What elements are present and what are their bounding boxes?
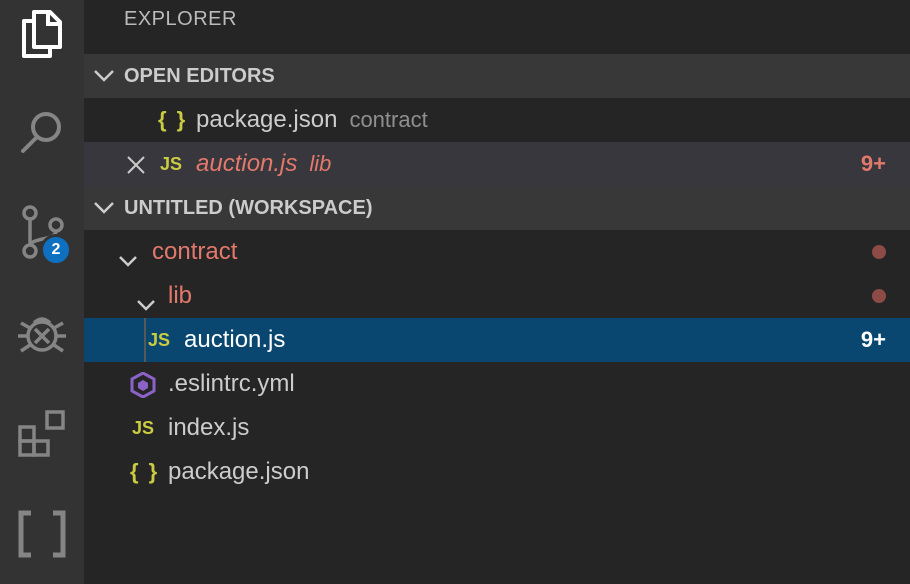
source-control-badge: 2	[40, 234, 72, 266]
tree-file[interactable]: .eslintrc.yml	[84, 362, 910, 406]
chevron-down-icon	[118, 246, 138, 274]
json-file-icon: { }	[130, 459, 160, 484]
tree-folder-contract[interactable]: contract	[84, 230, 910, 274]
file-label: package.json	[168, 458, 310, 485]
file-label: .eslintrc.yml	[168, 370, 295, 397]
open-editor-label: auction.js	[196, 150, 298, 177]
js-file-icon: JS	[148, 329, 171, 350]
js-file-icon: JS	[132, 417, 155, 438]
js-file-icon: JS	[160, 153, 183, 174]
chevron-down-icon	[84, 201, 124, 215]
explorer-title: EXPLORER	[124, 8, 237, 30]
open-editor-item-active[interactable]: JS auction.js lib 9+	[84, 142, 910, 186]
tree-folder-lib[interactable]: lib	[84, 274, 910, 318]
workspace-header[interactable]: UNTITLED (WORKSPACE)	[84, 186, 910, 230]
debug-icon[interactable]	[0, 292, 84, 376]
chevron-down-icon	[136, 290, 156, 318]
problem-count-badge: 9+	[860, 327, 886, 352]
chevron-down-icon	[84, 69, 124, 83]
explorer-sidebar: EXPLORER OPEN EDITORS { } package.json c…	[84, 0, 910, 584]
open-editor-label: package.json	[196, 106, 338, 133]
file-label: auction.js	[184, 326, 286, 353]
close-icon[interactable]	[126, 154, 146, 182]
eslint-icon	[130, 371, 156, 405]
indent-guide	[144, 318, 146, 362]
activity-bar: 2	[0, 0, 84, 584]
open-editor-item[interactable]: { } package.json contract	[84, 98, 910, 142]
workspace-label: UNTITLED (WORKSPACE)	[124, 196, 373, 219]
open-editor-description: lib	[309, 151, 332, 176]
folder-label: contract	[152, 238, 238, 265]
source-control-icon[interactable]	[0, 190, 84, 274]
modified-dot	[872, 289, 886, 303]
file-label: index.js	[168, 414, 250, 441]
search-icon[interactable]	[0, 90, 84, 174]
open-editor-description: contract	[349, 107, 428, 132]
modified-dot	[872, 245, 886, 259]
tree-file-selected[interactable]: JS auction.js 9+	[84, 318, 910, 362]
problem-count-badge: 9+	[860, 151, 886, 176]
open-editors-header[interactable]: OPEN EDITORS	[84, 54, 910, 98]
tree-file[interactable]: { } package.json	[84, 450, 910, 494]
files-icon[interactable]	[0, 0, 84, 76]
tree-file[interactable]: JS index.js	[84, 406, 910, 450]
json-file-icon: { }	[158, 107, 188, 132]
square-frame-icon[interactable]	[0, 492, 84, 576]
folder-label: lib	[168, 282, 193, 309]
extensions-icon[interactable]	[0, 392, 84, 476]
open-editors-label: OPEN EDITORS	[124, 64, 275, 87]
